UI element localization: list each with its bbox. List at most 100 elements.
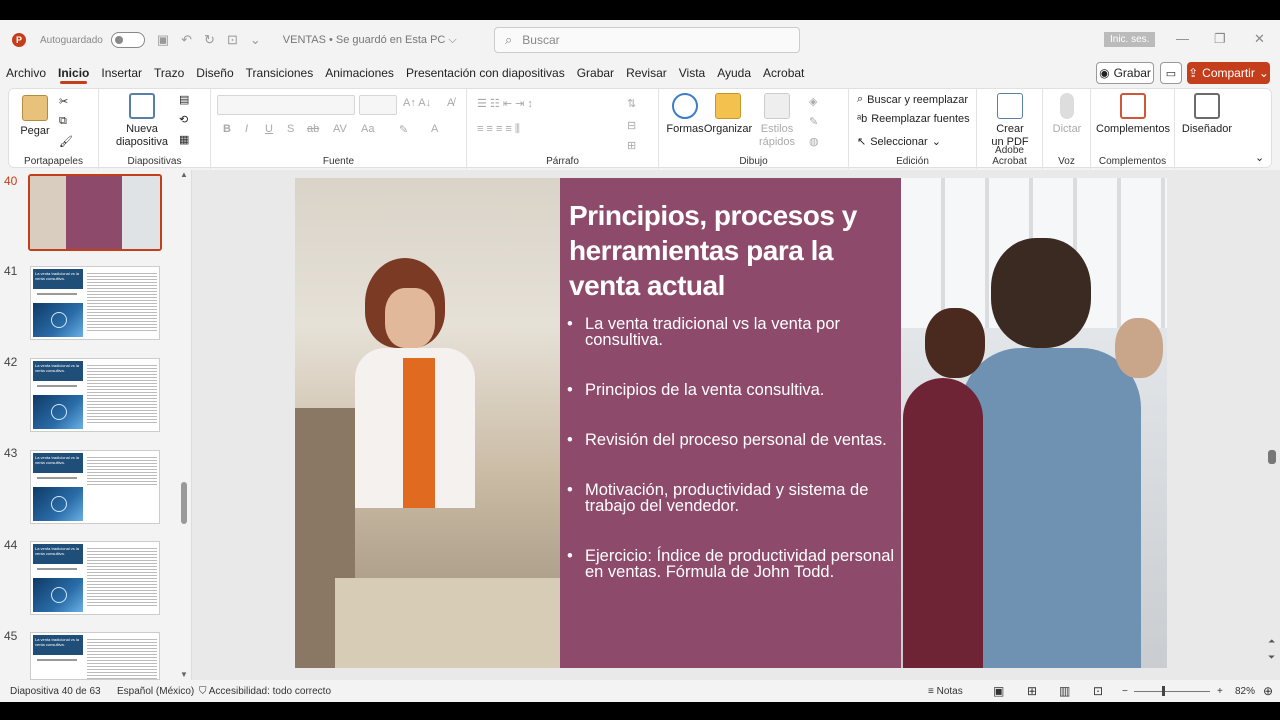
select-button[interactable]: ↖ Seleccionar ⌄ (857, 135, 941, 149)
slide-canvas[interactable]: Principios, procesos y herramientas para… (295, 178, 1167, 668)
arrange-button[interactable]: Organizar (704, 93, 752, 136)
zoom-slider[interactable] (1134, 691, 1210, 692)
designer-button[interactable]: Diseñador (1181, 93, 1233, 136)
save-icon[interactable]: ▣ (157, 32, 169, 48)
ribbon-collapse-icon[interactable]: ⌄ (1255, 151, 1264, 164)
tab-transiciones[interactable]: Transiciones (246, 62, 314, 86)
font-size-combo[interactable] (359, 95, 397, 115)
case-icon[interactable]: Aa (361, 123, 374, 135)
zoom-level[interactable]: 82% (1235, 686, 1255, 697)
quick-styles-button[interactable]: Estilos rápidos (757, 93, 797, 149)
spacing-icon[interactable]: AV (333, 123, 347, 135)
group-fuente: A↑ A↓ A̸ B I U S ab AV Aa ✎ A Fuente (211, 89, 467, 169)
copy-icon[interactable]: ⧉ (59, 115, 67, 128)
new-slide-button[interactable]: Nueva diapositiva (115, 93, 169, 149)
tab-insertar[interactable]: Insertar (101, 62, 142, 86)
format-painter-icon[interactable]: 🖌 (59, 135, 73, 148)
reset-icon[interactable]: ⟲ (179, 113, 188, 126)
restore-icon[interactable]: ❐ (1214, 31, 1226, 47)
previous-slide-icon[interactable]: ⏶ (1268, 636, 1275, 647)
document-title[interactable]: VENTAS • Se guardó en Esta PC ⌵ (283, 34, 457, 47)
notes-button[interactable]: ≡ Notas (928, 686, 963, 697)
strikethrough-icon[interactable]: ab (307, 123, 319, 135)
shape-outline-icon[interactable]: ✎ (809, 115, 818, 128)
text-direction-icon[interactable]: ⇅ (627, 97, 636, 110)
slide-title[interactable]: Principios, procesos y herramientas para… (569, 198, 889, 303)
shapes-button[interactable]: Formas (665, 93, 705, 136)
thumbnail-slide-45[interactable]: La venta tradicional vs la venta consult… (30, 632, 160, 680)
align-text-icon[interactable]: ⊟ (627, 119, 636, 132)
record-button[interactable]: ◉ Grabar (1096, 62, 1154, 84)
thumbnail-slide-40[interactable] (28, 174, 162, 251)
close-icon[interactable]: ✕ (1254, 31, 1265, 47)
minimize-icon[interactable]: — (1176, 31, 1189, 46)
tab-inicio[interactable]: Inicio (58, 62, 89, 86)
group-label-fuente: Fuente (322, 156, 355, 167)
smartart-icon[interactable]: ⊞ (627, 139, 636, 152)
slideshow-icon[interactable]: ⊡ (1093, 684, 1103, 698)
slide-counter: Diapositiva 40 de 63 (10, 686, 101, 697)
thumbnail-slide-44[interactable]: La venta tradicional vs la venta consult… (30, 541, 160, 615)
cut-icon[interactable]: ✂ (59, 95, 68, 108)
comments-button[interactable]: ▭ (1160, 62, 1182, 84)
font-name-combo[interactable] (217, 95, 355, 115)
sign-in-button[interactable]: Inic. ses. (1104, 32, 1156, 47)
scroll-up-icon[interactable]: ▲ (180, 170, 188, 179)
language-status[interactable]: Español (México) (117, 686, 194, 697)
fit-slide-icon[interactable]: ⊕ (1263, 684, 1273, 698)
bold-icon[interactable]: B (223, 123, 231, 135)
search-box[interactable]: ⌕ Buscar (494, 27, 800, 53)
add-ins-button[interactable]: Complementos (1095, 93, 1171, 136)
tab-presentacion[interactable]: Presentación con diapositivas (406, 62, 565, 86)
photo-woman-dress (903, 378, 983, 668)
clear-format-icon[interactable]: A̸ (447, 97, 454, 109)
shape-fill-icon[interactable]: ◈ (809, 95, 817, 108)
align-icons[interactable]: ≡ ≡ ≡ ≡ ⫼ (477, 123, 520, 136)
reading-view-icon[interactable]: ▥ (1059, 684, 1070, 698)
layout-icon[interactable]: ▤ (179, 93, 189, 106)
thumbnail-slide-41[interactable]: La venta tradicional vs la venta consult… (30, 266, 160, 340)
section-icon[interactable]: ▦ (179, 133, 189, 146)
thumbnail-slide-42[interactable]: La venta tradicional vs la venta consult… (30, 358, 160, 432)
thumbnail-slide-43[interactable]: La venta tradicional vs la venta consult… (30, 450, 160, 524)
paste-button[interactable]: Pegar (20, 95, 50, 138)
font-color-icon[interactable]: A (431, 123, 438, 135)
bullets-icon[interactable]: ☰ ☷ ⇤ ⇥ ↕ (477, 97, 533, 110)
tab-trazo[interactable]: Trazo (154, 62, 184, 86)
italic-icon[interactable]: I (245, 123, 248, 135)
tab-acrobat[interactable]: Acrobat (763, 62, 804, 86)
tab-archivo[interactable]: Archivo (6, 62, 46, 86)
accessibility-status[interactable]: ⛉ Accesibilidad: todo correcto (199, 686, 331, 697)
create-pdf-button[interactable]: Crear un PDF (989, 93, 1031, 149)
tab-revisar[interactable]: Revisar (626, 62, 667, 86)
zoom-out-icon[interactable]: − (1122, 686, 1128, 697)
autosave-toggle[interactable] (110, 32, 145, 48)
zoom-slider-thumb[interactable] (1162, 686, 1165, 696)
editor-scrollbar[interactable] (1268, 450, 1276, 464)
present-icon[interactable]: ⊡ (227, 32, 238, 48)
dictate-button[interactable]: Dictar (1049, 93, 1085, 136)
shape-effects-icon[interactable]: ◍ (809, 135, 819, 148)
redo-icon[interactable]: ↻ (204, 32, 215, 48)
zoom-in-icon[interactable]: + (1217, 686, 1223, 697)
share-button[interactable]: ⇪ Compartir ⌄ (1187, 62, 1270, 84)
replace-fonts-button[interactable]: ᵃb Reemplazar fuentes (857, 113, 970, 125)
scroll-down-icon[interactable]: ▼ (180, 670, 188, 679)
tab-vista[interactable]: Vista (679, 62, 705, 86)
slide-sorter-icon[interactable]: ⊞ (1027, 684, 1037, 698)
undo-icon[interactable]: ↶ (181, 32, 192, 48)
tab-grabar[interactable]: Grabar (577, 62, 614, 86)
shadow-icon[interactable]: S (287, 123, 294, 135)
grow-font-icon[interactable]: A↑ A↓ (403, 97, 431, 109)
tab-ayuda[interactable]: Ayuda (717, 62, 751, 86)
tab-animaciones[interactable]: Animaciones (325, 62, 394, 86)
thumbnail-scrollbar[interactable] (181, 482, 187, 524)
normal-view-icon[interactable]: ▣ (993, 684, 1004, 698)
tab-diseno[interactable]: Diseño (196, 62, 233, 86)
slide-bullet-list[interactable]: La venta tradicional vs la venta por con… (567, 316, 897, 581)
customize-toolbar-icon[interactable]: ⌄ (250, 32, 261, 48)
find-replace-button[interactable]: ⌕ Buscar y reemplazar (857, 93, 968, 106)
underline-icon[interactable]: U (265, 123, 273, 135)
next-slide-icon[interactable]: ⏷ (1268, 652, 1275, 663)
highlight-icon[interactable]: ✎ (399, 123, 408, 136)
